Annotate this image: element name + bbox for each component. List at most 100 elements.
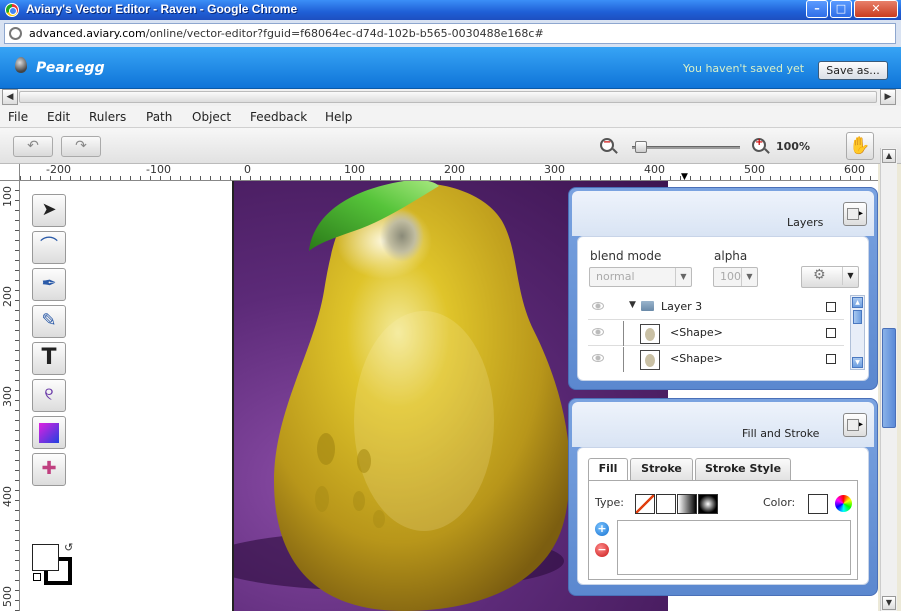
menu-help[interactable]: Help — [325, 110, 352, 124]
layers-panel-menu-button[interactable]: ▸ — [843, 202, 867, 226]
layers-scroll-thumb[interactable] — [853, 310, 862, 324]
scroll-right-icon[interactable]: ▶ — [880, 89, 896, 105]
blend-mode-select[interactable]: normal ▼ — [589, 267, 692, 287]
file-name: Pear.egg — [36, 60, 105, 76]
tab-fill[interactable]: Fill — [588, 458, 628, 481]
pear-spot — [353, 491, 365, 511]
layer-row[interactable]: ▼ Layer 3 — [588, 295, 844, 320]
ruler-tick-label: 400 — [644, 163, 665, 176]
scroll-down-icon[interactable]: ▼ — [882, 596, 896, 610]
default-colors-icon[interactable] — [33, 573, 41, 581]
eye-icon[interactable] — [592, 302, 604, 310]
add-stop-button[interactable]: + — [595, 522, 609, 536]
ruler-tick-label: 500 — [744, 163, 765, 176]
right-scrollbar[interactable]: ▲ ▼ — [880, 148, 897, 611]
fill-stroke-panel-menu-button[interactable]: ▸ — [843, 413, 867, 437]
url-domain: advanced.aviary.com — [29, 27, 146, 40]
fill-solid-icon[interactable] — [656, 494, 676, 514]
tab-stroke[interactable]: Stroke — [630, 458, 693, 480]
fill-stroke-icon — [847, 419, 859, 431]
fill-none-icon[interactable] — [635, 494, 655, 514]
gradient-tool[interactable] — [32, 416, 66, 449]
fill-radial-gradient-icon[interactable] — [698, 494, 718, 514]
eye-icon[interactable] — [592, 354, 604, 362]
zoom-out-icon[interactable]: − — [600, 137, 614, 152]
minimize-button[interactable]: – — [806, 0, 828, 18]
url-field[interactable]: advanced.aviary.com/online/vector-editor… — [4, 23, 896, 44]
ruler-tick-label: 400 — [1, 486, 14, 507]
menu-feedback[interactable]: Feedback — [250, 110, 307, 124]
pencil-tool[interactable]: ✎ — [32, 305, 66, 338]
address-bar: advanced.aviary.com/online/vector-editor… — [0, 20, 901, 47]
hand-tool-button[interactable]: ✋ — [846, 132, 874, 160]
gradient-icon — [39, 423, 59, 443]
right-scroll-thumb[interactable] — [882, 328, 896, 428]
layer-row[interactable]: <Shape> — [588, 321, 844, 346]
chrome-icon — [5, 3, 19, 17]
layer-select-checkbox[interactable] — [826, 354, 836, 364]
ruler-tick-label: -200 — [46, 163, 71, 176]
layer-row[interactable]: <Shape> — [588, 347, 844, 372]
transform-tool[interactable]: ✚ — [32, 453, 66, 486]
fill-stroke-panel: Fill and Stroke ▸ Fill Stroke Stroke Sty… — [568, 398, 878, 596]
shape-thumbnail — [640, 350, 660, 370]
scroll-left-icon[interactable]: ◀ — [2, 89, 18, 105]
fill-linear-gradient-icon[interactable] — [677, 494, 697, 514]
selection-tool[interactable]: ➤ — [32, 194, 66, 227]
maximize-button[interactable]: □ — [830, 0, 852, 18]
menu-edit[interactable]: Edit — [47, 110, 70, 124]
color-wheel-icon[interactable] — [835, 495, 852, 512]
tab-stroke-style[interactable]: Stroke Style — [695, 458, 791, 480]
ruler-tick-label: 500 — [1, 586, 14, 607]
zoom-in-icon[interactable]: + — [752, 137, 766, 152]
layer-options-button[interactable]: ⚙ ▼ — [801, 266, 859, 288]
eye-icon[interactable] — [592, 328, 604, 336]
shape-thumbnail — [640, 324, 660, 344]
scroll-up-icon[interactable]: ▲ — [882, 149, 896, 163]
chevron-down-icon: ▼ — [675, 268, 691, 286]
layer-name: Layer 3 — [661, 300, 703, 313]
zoom-slider-track[interactable] — [632, 146, 740, 149]
layer-select-checkbox[interactable] — [826, 328, 836, 338]
page-info-icon[interactable] — [9, 27, 22, 40]
scroll-up-icon[interactable]: ▲ — [852, 297, 863, 308]
layer-select-checkbox[interactable] — [826, 302, 836, 312]
scroll-down-icon[interactable]: ▼ — [852, 357, 863, 368]
save-as-button[interactable]: Save as... — [818, 61, 888, 80]
layers-scrollbar[interactable]: ▲ ▼ — [850, 295, 865, 370]
redo-button[interactable]: ↷ — [61, 136, 101, 157]
fill-tab-content: Type: Color: + − — [588, 480, 858, 580]
fill-color-swatch[interactable] — [32, 544, 59, 571]
layers-icon — [847, 208, 859, 220]
spiral-tool[interactable]: ୧ — [32, 379, 66, 412]
alpha-select[interactable]: 100 ▼ — [713, 267, 758, 287]
expand-arrow-icon[interactable]: ▼ — [629, 300, 636, 310]
save-status: You haven't saved yet — [683, 62, 805, 75]
pen-tool[interactable]: ✒ — [32, 268, 66, 301]
node-tool[interactable]: ⌒ — [32, 231, 66, 264]
text-tool[interactable]: T — [32, 342, 66, 375]
undo-button[interactable]: ↶ — [13, 136, 53, 157]
app-header: Pear.egg You haven't saved yet Save as..… — [0, 47, 901, 89]
menu-object[interactable]: Object — [192, 110, 231, 124]
scroll-thumb[interactable] — [19, 91, 877, 103]
gear-icon: ⚙ — [813, 267, 826, 283]
swap-colors-icon[interactable]: ↺ — [64, 541, 73, 554]
close-button[interactable]: ✕ — [854, 0, 898, 18]
ruler-tick-label: 0 — [244, 163, 251, 176]
ruler-tick-label: 200 — [1, 286, 14, 307]
menu-file[interactable]: File — [8, 110, 28, 124]
zoom-slider-thumb[interactable] — [634, 141, 647, 153]
menu-bar: File Edit Rulers Path Object Feedback He… — [0, 106, 901, 128]
fill-color-box[interactable] — [808, 494, 828, 514]
pear-glow — [354, 311, 494, 531]
remove-stop-button[interactable]: − — [595, 543, 609, 557]
menu-path[interactable]: Path — [146, 110, 172, 124]
ruler-tick-label: -100 — [146, 163, 171, 176]
top-scrollbar[interactable]: ◀ ▶ — [0, 89, 901, 106]
folder-icon — [641, 301, 654, 311]
ruler-tick-label: 600 — [844, 163, 865, 176]
menu-rulers[interactable]: Rulers — [89, 110, 126, 124]
gradient-stop-list[interactable] — [617, 520, 851, 575]
toolbar: ↶ ↷ − + 100% ✋ — [0, 128, 901, 164]
